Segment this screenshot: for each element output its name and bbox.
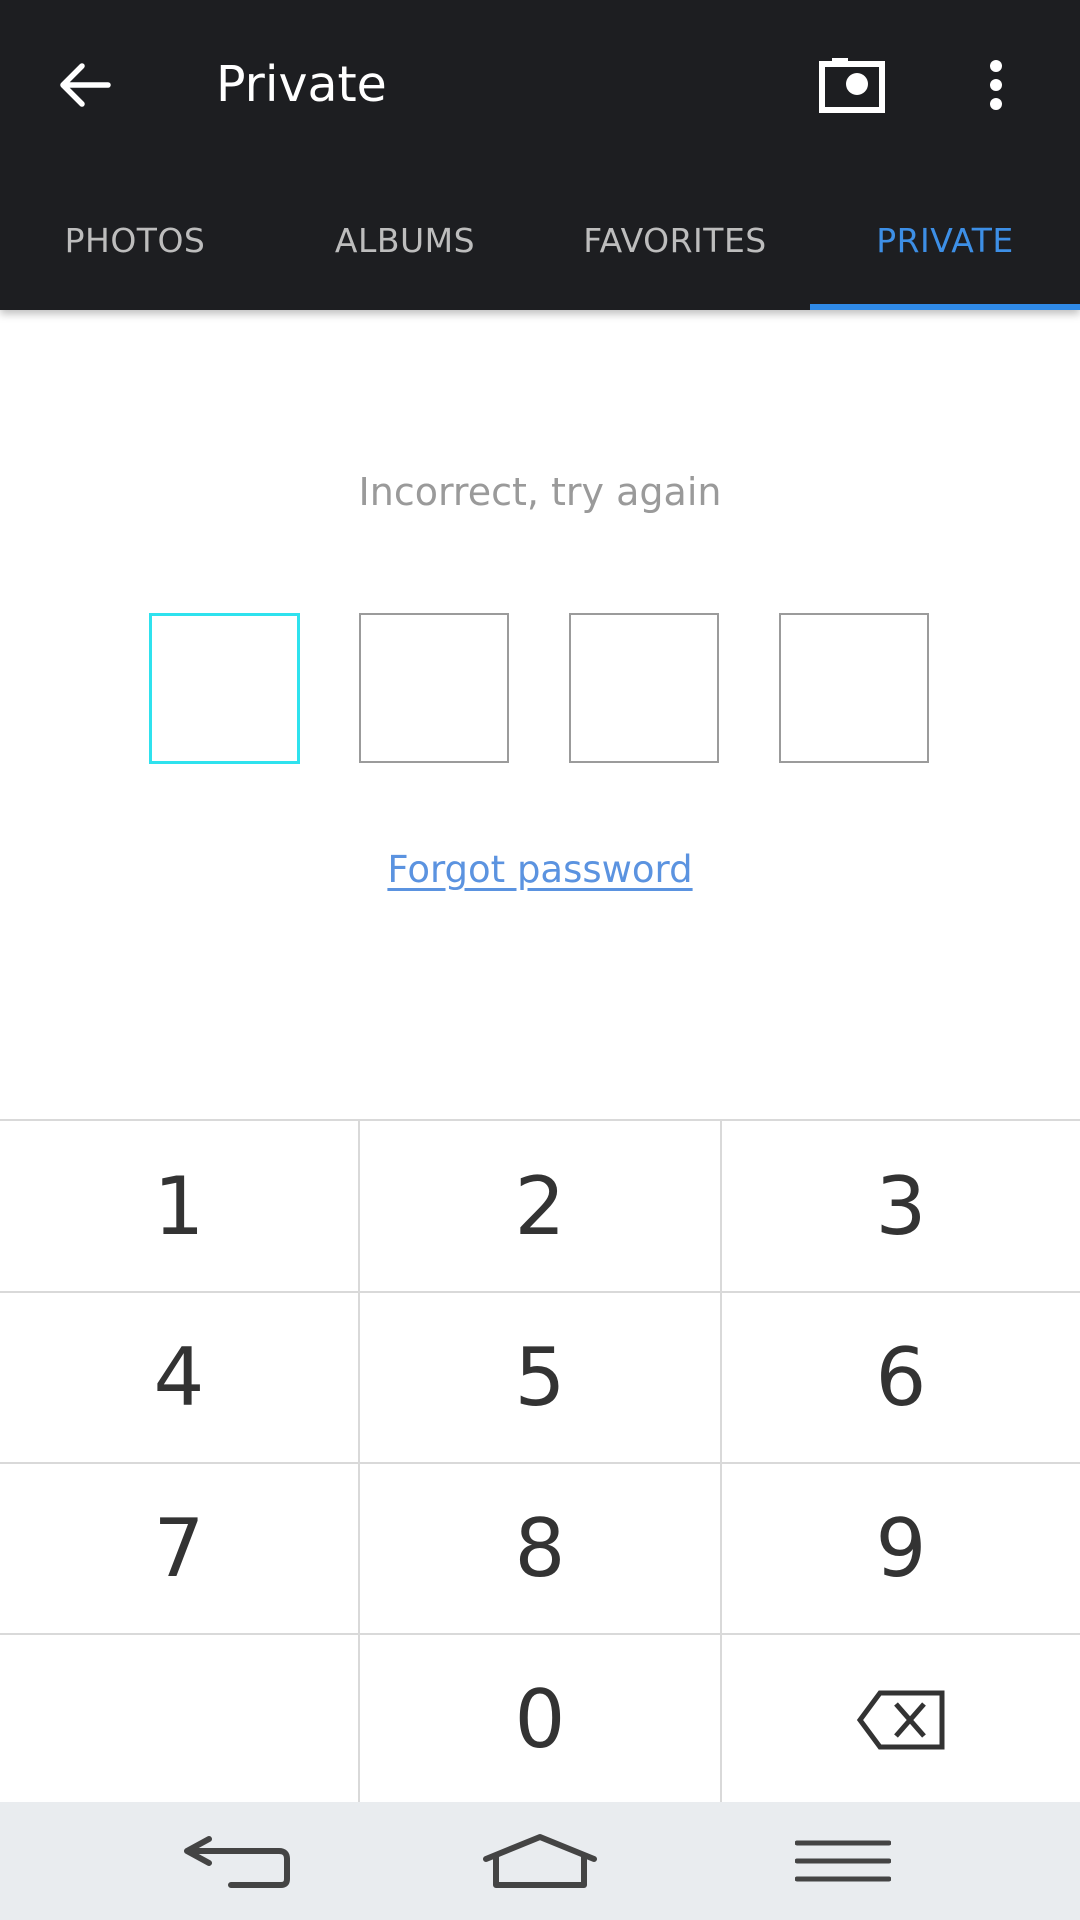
pin-digit-box-2[interactable]	[359, 613, 509, 763]
nav-home-icon	[483, 1834, 597, 1888]
numeric-keypad: 1 2 3 4 5 6 7 8 9 0	[0, 1119, 1080, 1804]
camera-button[interactable]	[802, 35, 902, 135]
nav-home-button[interactable]	[470, 1811, 610, 1911]
pin-digit-box-1[interactable]	[149, 613, 300, 764]
system-navigation-bar	[0, 1802, 1080, 1920]
key-3[interactable]: 3	[722, 1121, 1080, 1291]
tab-label: PRIVATE	[876, 220, 1014, 260]
tab-photos[interactable]: PHOTOS	[0, 170, 270, 310]
key-1[interactable]: 1	[0, 1121, 358, 1291]
key-5[interactable]: 5	[360, 1293, 720, 1462]
key-9[interactable]: 9	[722, 1464, 1080, 1633]
tab-label: FAVORITES	[583, 220, 767, 260]
key-backspace[interactable]	[722, 1635, 1080, 1804]
tab-private[interactable]: PRIVATE	[810, 170, 1080, 310]
error-message: Incorrect, try again	[358, 470, 722, 514]
camera-icon	[819, 58, 885, 113]
nav-menu-button[interactable]	[773, 1811, 913, 1911]
backspace-icon	[856, 1690, 945, 1749]
tab-albums[interactable]: ALBUMS	[270, 170, 540, 310]
active-tab-indicator	[810, 304, 1080, 310]
app-bar: Private PHOTOS ALBUMS FAVORITES PRIVATE	[0, 0, 1080, 310]
arrow-left-icon	[60, 63, 111, 107]
key-2[interactable]: 2	[360, 1121, 720, 1291]
nav-back-icon	[184, 1836, 290, 1888]
nav-back-button[interactable]	[168, 1811, 308, 1911]
key-4[interactable]: 4	[0, 1293, 358, 1462]
back-button[interactable]	[35, 35, 135, 135]
private-lock-screen: Private PHOTOS ALBUMS FAVORITES PRIVATE …	[0, 0, 1080, 1920]
tab-label: PHOTOS	[64, 220, 206, 260]
nav-menu-icon	[795, 1840, 891, 1882]
key-0[interactable]: 0	[360, 1635, 720, 1804]
key-6[interactable]: 6	[722, 1293, 1080, 1462]
more-vert-icon	[990, 60, 1002, 110]
page-title: Private	[216, 56, 387, 113]
key-7[interactable]: 7	[0, 1464, 358, 1633]
key-empty	[0, 1635, 358, 1804]
forgot-password-link[interactable]: Forgot password	[0, 848, 1080, 891]
toolbar: Private	[0, 0, 1080, 170]
key-8[interactable]: 8	[360, 1464, 720, 1633]
pin-input-row[interactable]	[149, 613, 931, 764]
more-options-button[interactable]	[946, 35, 1046, 135]
tab-bar: PHOTOS ALBUMS FAVORITES PRIVATE	[0, 170, 1080, 310]
tab-favorites[interactable]: FAVORITES	[540, 170, 810, 310]
tab-label: ALBUMS	[334, 220, 476, 260]
pin-digit-box-4[interactable]	[779, 613, 929, 763]
pin-digit-box-3[interactable]	[569, 613, 719, 763]
